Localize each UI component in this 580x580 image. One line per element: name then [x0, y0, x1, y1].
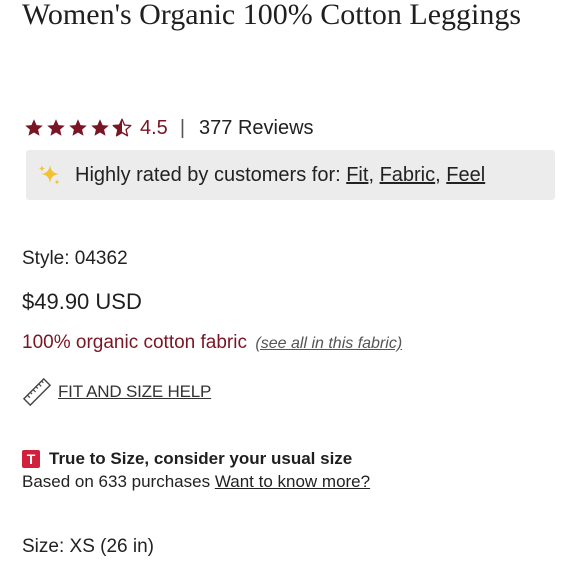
tag-separator: ,: [435, 163, 441, 186]
highly-rated-banner: Highly rated by customers for: Fit, Fabr…: [26, 150, 555, 200]
reviews-link[interactable]: 377 Reviews: [199, 117, 314, 140]
star-icon: [69, 119, 87, 136]
want-to-know-more-link[interactable]: Want to know more?: [215, 472, 370, 491]
see-all-fabric-link[interactable]: (see all in this fabric): [255, 335, 402, 352]
star-icon: [47, 119, 65, 136]
true-to-size-text: True to Size, consider your usual size: [49, 449, 353, 468]
based-on-text: Based on 633 purchases: [22, 472, 211, 491]
star-icon: [91, 119, 109, 136]
ruler-icon: [22, 377, 52, 407]
half-star-icon: [112, 118, 132, 137]
price: $49.90 USD: [22, 289, 142, 314]
star-icon: [25, 119, 43, 136]
highlight-prefix: Highly rated by customers for:: [75, 163, 341, 186]
rating-separator: |: [179, 116, 186, 139]
fabric-label: 100% organic cotton fabric: [22, 332, 247, 353]
purchase-basis: Based on 633 purchases Want to know more…: [22, 472, 370, 492]
sparkle-icon: [39, 165, 60, 185]
fit-size-help[interactable]: FIT AND SIZE HELP: [22, 377, 211, 407]
highlight-tag-feel[interactable]: Feel: [446, 164, 485, 186]
product-title: Women's Organic 100% Cotton Leggings: [22, 0, 522, 31]
fit-size-help-link[interactable]: FIT AND SIZE HELP: [58, 382, 211, 402]
star-rating[interactable]: [24, 118, 132, 138]
tag-separator: ,: [368, 163, 374, 186]
size-label: Size: XS (26 in): [22, 536, 154, 557]
highlight-tag-fabric[interactable]: Fabric: [380, 164, 436, 186]
highlight-tag-fit[interactable]: Fit: [346, 164, 368, 186]
style-number: Style: 04362: [22, 248, 128, 269]
fabric-row: 100% organic cotton fabric (see all in t…: [22, 332, 402, 354]
rating-row: 4.5 | 377 Reviews: [24, 113, 314, 143]
true-to-size-row: T True to Size, consider your usual size: [22, 449, 352, 469]
rating-value: 4.5: [140, 116, 168, 139]
highlight-text: Highly rated by customers for: Fit, Fabr…: [75, 164, 485, 187]
true-to-size-badge-icon: T: [22, 450, 40, 468]
